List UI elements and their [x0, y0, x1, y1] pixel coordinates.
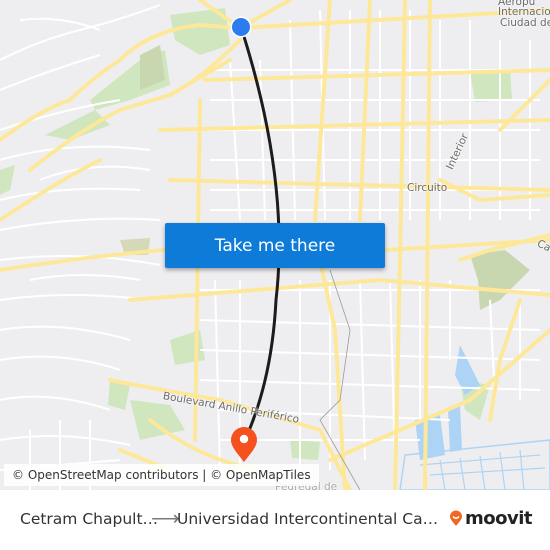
water-areas	[399, 345, 550, 490]
destination-pin-icon[interactable]	[231, 427, 257, 462]
origin-pin-icon[interactable]	[230, 16, 252, 38]
footer-bar: Cetram Chapult… ⟶ Universidad Interconti…	[0, 490, 550, 550]
take-me-there-button[interactable]: Take me there	[165, 223, 385, 268]
arrow-right-icon: ⟶	[151, 508, 180, 530]
destination-name: Universidad Intercontinental Ca…	[177, 510, 439, 528]
origin-name: Cetram Chapult…	[20, 510, 159, 528]
map-view[interactable]: Aeropu Internacior Ciudad de Circuito In…	[0, 0, 550, 490]
moovit-wordmark: moovit	[465, 508, 533, 529]
moovit-logo[interactable]: moovit	[449, 508, 533, 529]
map-label-word: Circuito	[407, 182, 451, 194]
moovit-pin-icon	[450, 510, 462, 526]
map-attribution[interactable]: © OpenStreetMap contributors | © OpenMap…	[4, 464, 319, 486]
map-label-circuito-interior: Circuito Interior	[407, 132, 489, 194]
map-label-airport: Ciudad de	[500, 17, 550, 29]
map-label-circuito-text: Circuito Interior	[407, 132, 489, 194]
